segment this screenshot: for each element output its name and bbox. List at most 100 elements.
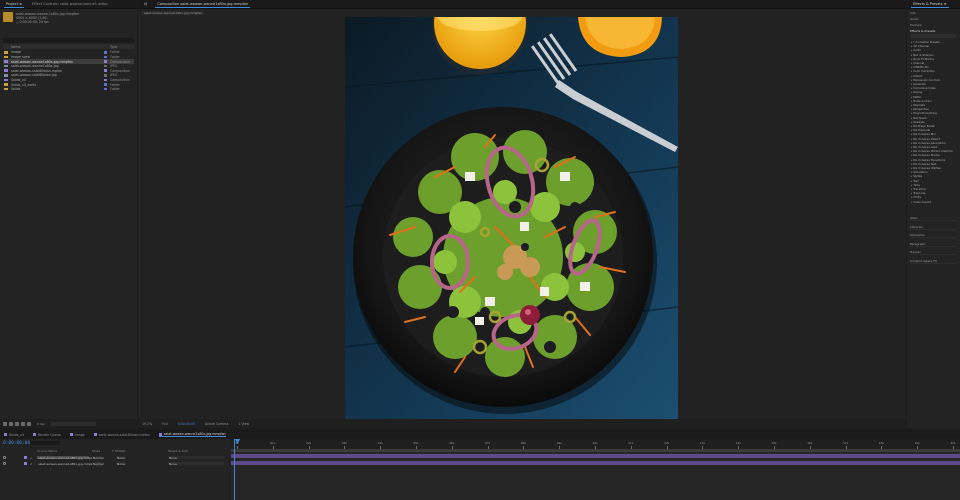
layer-number: 1 <box>30 455 32 460</box>
audio-section[interactable]: Audio <box>910 17 919 21</box>
timeline-panel: Solids_v4 Render Queue Image salat-wowan-sa… <box>0 430 960 500</box>
layer-name[interactable]: salat-wowan-wanne1x80x.jpg.mmpfan <box>37 455 96 460</box>
visibility-eye-icon[interactable] <box>3 456 6 459</box>
project-item-name: Solids <box>11 87 21 92</box>
timeline-tab[interactable]: salat-wowan-salat80alan.mpfan <box>93 432 150 437</box>
ruler-label: 09s <box>556 441 562 445</box>
views-dropdown[interactable]: 1 View <box>238 422 249 426</box>
ruler-label: 20s <box>950 441 956 445</box>
timeline-tab-label: Solids_v4 <box>9 432 24 437</box>
ruler-label: 10s <box>592 441 598 445</box>
layer-mode-dropdown[interactable]: Normal <box>92 461 104 466</box>
project-tabbar: Project ≡ Effect Controls: salat-wowan-w… <box>0 0 137 9</box>
project-settings-icon[interactable] <box>21 421 25 426</box>
header-mode: Mode <box>92 449 101 453</box>
timeline-tab[interactable]: Render Queue <box>32 433 61 437</box>
tab-composition-lock-icon[interactable]: ▤ <box>142 1 149 7</box>
effects-search-input[interactable] <box>910 34 956 38</box>
composition-subtab[interactable]: salat-wowan-wanne1x80x.jpg.mmpfan <box>142 11 205 15</box>
folder-icon <box>4 51 8 54</box>
section-divider <box>910 254 956 255</box>
composition-viewer: ▤ Composition salat-wowan-wanne1x80x.jpg… <box>138 0 906 428</box>
ruler-label: 01s <box>270 441 276 445</box>
composition-icon <box>69 433 73 436</box>
timeline-tab[interactable]: Solids_v4 <box>4 433 24 437</box>
ruler-label: 02s <box>306 441 312 445</box>
composition-icon <box>4 60 8 63</box>
layer-name[interactable]: salat-wowan-wanne1x80x.jpg.mmpfan.jpg <box>37 462 102 466</box>
label-color-swatch[interactable] <box>104 78 107 82</box>
column-type[interactable]: Type <box>110 45 117 49</box>
label-color-swatch[interactable] <box>104 69 107 72</box>
timeline-layer-row[interactable]: 2 salat-wowan-wanne1x80x.jpg.mmpfan.jpg No… <box>0 461 230 466</box>
composition-icon <box>4 433 7 436</box>
label-color-swatch[interactable] <box>104 64 107 68</box>
timeline-track-area[interactable]: 0s01s02s03s04s05s06s07s08s09s10s11s12s13… <box>231 439 960 500</box>
timeline-search-input[interactable] <box>30 441 60 445</box>
new-composition-icon[interactable] <box>15 421 19 426</box>
playhead[interactable] <box>234 439 240 500</box>
ruler-label: 06s <box>449 441 455 445</box>
tab-effects-presets[interactable]: Effects & Presets ≡ <box>911 1 949 8</box>
label-color-swatch[interactable] <box>104 87 107 91</box>
ruler-label: 03s <box>341 441 347 445</box>
timeline-tab[interactable]: Image <box>69 433 85 437</box>
salad-photo-image <box>345 17 678 424</box>
label-color-swatch[interactable] <box>104 51 107 54</box>
project-panel: Project ≡ Effect Controls: salat-wowan-w… <box>0 0 137 428</box>
timeline-timecode[interactable]: 0:00:00:00 <box>3 441 30 446</box>
layer-parent-dropdown[interactable]: None <box>168 461 224 466</box>
layer-label-color[interactable] <box>24 462 27 465</box>
composition-icon <box>4 78 8 82</box>
layer-trkmat-dropdown[interactable]: None <box>116 461 126 466</box>
section-divider <box>910 262 956 264</box>
zoom-dropdown[interactable]: 19,2% <box>142 422 152 426</box>
timeline-layer-row[interactable]: 1 salat-wowan-wanne1x80x.jpg.mmpfan Normal… <box>0 455 230 460</box>
composition-icon <box>158 432 162 436</box>
time-ruler[interactable]: 0s01s02s03s04s05s06s07s08s09s10s11s12s13… <box>231 439 960 449</box>
composition-icon <box>32 433 36 436</box>
ruler-label: 04s <box>377 441 383 445</box>
viewer-tabbar: ▤ Composition salat-wowan-wanne1x80x.jpg… <box>138 0 906 9</box>
bit-depth-button[interactable]: 8 bpc <box>37 422 45 426</box>
label-color-swatch[interactable] <box>104 74 107 77</box>
tab-composition[interactable]: Composition salat-wowan-wanne1x80x.jpg.m… <box>155 1 251 8</box>
interpret-footage-icon[interactable] <box>3 421 7 426</box>
project-item[interactable]: Solids Folder <box>3 87 134 91</box>
timeline-tab[interactable]: salat-wowan-wanne1x80x.jpg.mmpfan <box>158 432 226 437</box>
column-name[interactable]: Name <box>11 45 20 49</box>
label-color-swatch[interactable] <box>104 83 107 86</box>
project-status-area <box>51 421 97 426</box>
new-folder-icon[interactable] <box>9 421 13 426</box>
work-area-bar[interactable] <box>231 449 960 452</box>
preview-section[interactable]: Preview <box>910 23 922 27</box>
camera-dropdown[interactable]: Active Camera <box>205 422 228 426</box>
viewer-current-time[interactable]: 0:00:00:00 <box>178 422 195 426</box>
ruler-label: 17s <box>843 441 849 445</box>
layer-mode-dropdown[interactable]: Normal <box>92 455 104 460</box>
delete-icon[interactable] <box>27 421 31 426</box>
label-color-swatch[interactable] <box>104 55 107 59</box>
resolution-dropdown[interactable]: Full <box>162 422 167 426</box>
effects-panel: Effects & Presets ≡ Info Audio Preview E… <box>907 0 960 428</box>
tab-composition-name: salat-wowan-wanne1x80x.jpg.mmpfan <box>180 1 249 6</box>
layer-2-duration-bar[interactable] <box>231 461 960 465</box>
layer-trkmat-dropdown[interactable]: None <box>116 455 126 460</box>
label-color-swatch[interactable] <box>104 60 107 63</box>
folder-icon <box>4 87 8 91</box>
info-section[interactable]: Info <box>910 11 916 15</box>
ruler-label: 13s <box>699 441 705 445</box>
header-trkmat: T TrkMat <box>112 449 125 453</box>
timeline-tab-label: salat-wowan-salat80alan.mpfan <box>98 432 150 437</box>
project-preview-thumbnail <box>3 12 13 22</box>
composition-canvas[interactable] <box>345 17 678 424</box>
layer-parent-dropdown[interactable]: None <box>168 455 224 460</box>
effects-category[interactable]: Video Copilot <box>911 200 931 204</box>
tab-effect-controls[interactable]: Effect Controls: salat-wowan-wanne1.webp <box>30 1 110 7</box>
section-divider <box>910 228 956 230</box>
layer-label-color[interactable] <box>24 456 27 459</box>
layer-1-duration-bar[interactable] <box>231 454 960 458</box>
tab-project[interactable]: Project ≡ <box>4 1 25 8</box>
project-search-input[interactable] <box>3 38 134 43</box>
visibility-eye-icon[interactable] <box>3 462 6 465</box>
